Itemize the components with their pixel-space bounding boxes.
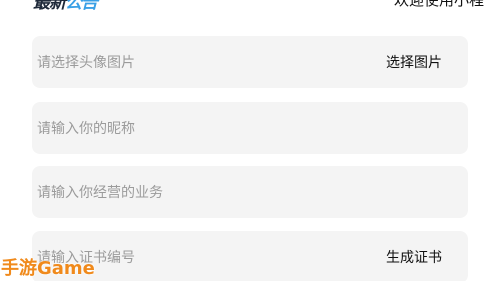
watermark-logo: 手游Game [1,258,95,279]
page: 最新公告 欢迎使用小程 请选择头像图片 选择图片 请输入你的昵称 请输入你经营的… [0,0,500,281]
top-bar: 最新公告 欢迎使用小程 [0,0,500,13]
logo: 最新公告 [33,0,98,13]
avatar-placeholder: 请选择头像图片 [37,55,135,71]
business-input[interactable]: 请输入你经营的业务 [32,166,468,218]
logo-text-accent: 公告 [65,0,98,13]
nickname-input[interactable]: 请输入你的昵称 [32,102,468,154]
business-placeholder: 请输入你经营的业务 [37,185,163,201]
nickname-placeholder: 请输入你的昵称 [37,121,135,137]
logo-text-main: 最新 [33,0,66,13]
welcome-text: 欢迎使用小程 [393,0,484,9]
certificate-number-input[interactable]: 请输入证书编号 生成证书 [32,231,468,281]
select-image-button[interactable]: 选择图片 [386,52,442,72]
generate-certificate-button[interactable]: 生成证书 [386,247,442,267]
avatar-select-field[interactable]: 请选择头像图片 选择图片 [32,36,468,88]
